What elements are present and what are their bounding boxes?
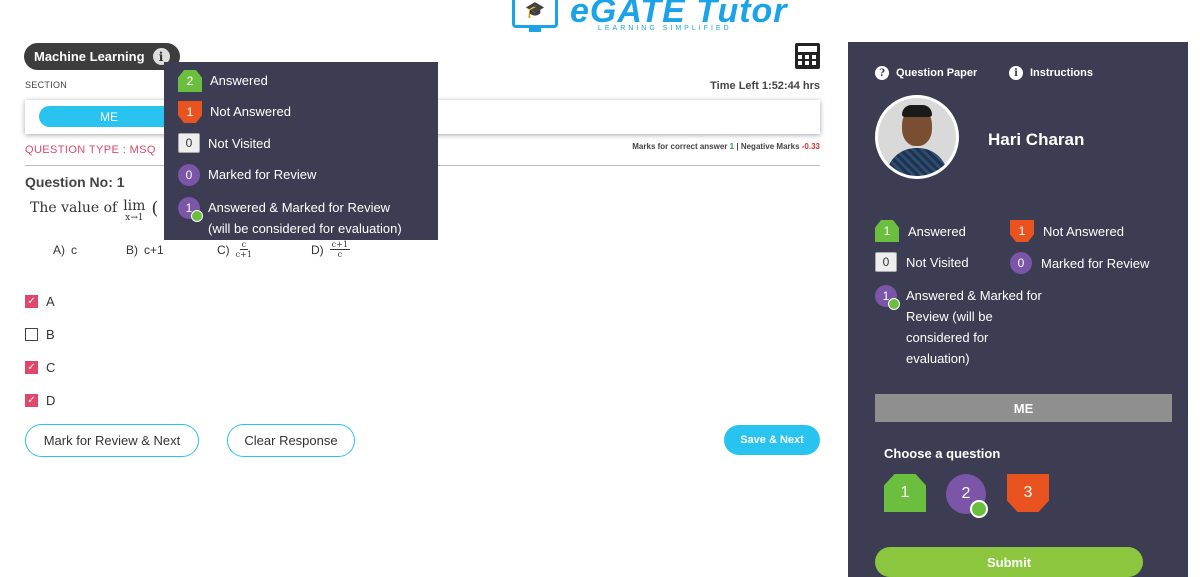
answer-choice-b[interactable]: B (25, 327, 55, 342)
marks-info: Marks for correct answer 1 | Negative Ma… (632, 142, 820, 151)
question-paper-link[interactable]: ? Question Paper (875, 66, 977, 80)
user-name: Hari Charan (988, 130, 1085, 149)
marked-review-icon: 0 (1010, 252, 1032, 274)
option-a: A) c (53, 242, 77, 257)
subject-label: Machine Learning (34, 49, 145, 64)
not-answered-icon: 1 (1010, 220, 1034, 242)
calculator-icon[interactable] (795, 43, 820, 69)
checkbox-checked[interactable]: ✓ (25, 295, 38, 308)
answer-choice-a[interactable]: ✓ A (25, 294, 55, 309)
legend-not-answered: 1 Not Answered (178, 101, 291, 123)
logo-tagline: LEARNING SIMPLIFIED (598, 25, 732, 32)
not-visited-icon: 0 (875, 252, 897, 272)
question-text: The value of limx→1 ( 11- (30, 198, 175, 224)
question-number: Question No: 1 (25, 174, 125, 190)
instructions-link[interactable]: i Instructions (1009, 66, 1093, 80)
subject-pill[interactable]: Machine Learning i (24, 43, 180, 70)
choose-question-label: Choose a question (884, 446, 1001, 461)
section-label: SECTION (25, 80, 68, 90)
marked-review-icon: 0 (178, 164, 200, 186)
answered-icon: 1 (875, 220, 899, 242)
save-next-button[interactable]: Save & Next (724, 425, 820, 455)
egate-logo: 🎓 eGATE Tutor LEARNING SIMPLIFIED (512, 0, 788, 34)
not-answered-icon: 1 (178, 101, 202, 123)
right-panel: ? Question Paper i Instructions Hari Chara… (848, 42, 1188, 577)
answered-icon: 2 (178, 70, 202, 92)
question-icon: ? (875, 66, 889, 80)
legend-marked-review: 0 Marked for Review (178, 164, 316, 186)
clear-response-button[interactable]: Clear Response (227, 424, 355, 457)
logo-prefix: e (570, 0, 590, 30)
option-b: B) c+1 (126, 242, 164, 257)
panel-legend-marked-review: 0 Marked for Review (1010, 252, 1149, 274)
question-options: A) c B) c+1 C) c c+1 D) c+1 c (53, 240, 350, 259)
panel-legend-answered: 1 Answered (875, 220, 966, 242)
monitor-cap-icon: 🎓 (512, 0, 558, 32)
status-legend-popup: 2 Answered 1 Not Answered 0 Not Visited 0 Ma… (164, 62, 438, 240)
submit-button[interactable]: Submit (875, 547, 1143, 577)
panel-legend-not-visited: 0 Not Visited (875, 252, 969, 272)
legend-answered-marked: 1 Answered & Marked for Review (will be co… (178, 197, 402, 239)
avatar (875, 95, 959, 179)
panel-legend-answered-marked: 1 Answered & Marked for Review (will be co… (875, 285, 1042, 369)
panel-legend-not-answered: 1 Not Answered (1010, 220, 1124, 242)
answer-choice-c[interactable]: ✓ C (25, 360, 55, 375)
question-button-1[interactable]: 1 (884, 474, 926, 512)
question-button-3[interactable]: 3 (1007, 474, 1049, 512)
exam-page: 🎓 eGATE Tutor LEARNING SIMPLIFIED Machin… (0, 0, 1200, 577)
info-icon: i (1009, 66, 1023, 80)
panel-section-bar: ME (875, 394, 1172, 422)
option-c: C) c c+1 (217, 240, 252, 259)
not-visited-icon: 0 (178, 133, 200, 153)
option-d: D) c+1 c (311, 240, 350, 259)
question-button-2[interactable]: 2 (946, 474, 988, 518)
answered-marked-icon: 1 (875, 285, 900, 310)
question-type: QUESTION TYPE : MSQ (25, 144, 156, 156)
legend-answered: 2 Answered (178, 70, 268, 92)
limit-expression: lim x→1 (123, 198, 146, 223)
checkbox-checked[interactable]: ✓ (25, 361, 38, 374)
time-left: Time Left 1:52:44 hrs (710, 80, 820, 92)
answered-marked-icon: 1 (178, 197, 203, 222)
section-tab-me[interactable]: ME (39, 106, 179, 127)
legend-not-visited: 0 Not Visited (178, 133, 271, 154)
checkbox-checked[interactable]: ✓ (25, 394, 38, 407)
mark-review-next-button[interactable]: Mark for Review & Next (25, 424, 199, 457)
checkbox-unchecked[interactable] (25, 328, 38, 341)
answer-choice-d[interactable]: ✓ D (25, 393, 55, 408)
